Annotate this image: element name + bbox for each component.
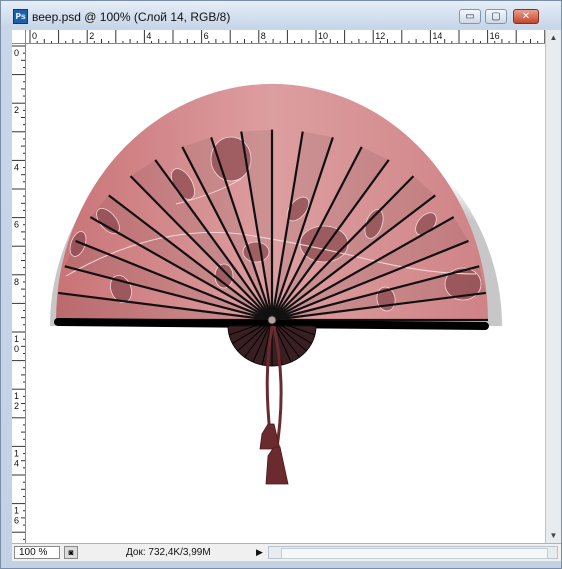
ruler-label: 2: [14, 401, 19, 411]
status-menu-arrow-icon[interactable]: ▶: [256, 546, 266, 559]
title-bar[interactable]: Ps веер.psd @ 100% (Слой 14, RGB/8) ▭ ▢ …: [1, 1, 561, 29]
ruler-label: 6: [204, 31, 209, 41]
ruler-label: 4: [146, 31, 151, 41]
horizontal-scrollbar[interactable]: [268, 546, 558, 559]
canvas[interactable]: [26, 44, 545, 543]
minimize-button[interactable]: ▭: [459, 9, 481, 24]
document-window: Ps веер.psd @ 100% (Слой 14, RGB/8) ▭ ▢ …: [0, 0, 562, 569]
photoshop-document-icon: Ps: [13, 9, 28, 24]
ruler-label: 10: [318, 31, 328, 41]
vertical-scrollbar[interactable]: ▲ ▼: [545, 30, 561, 543]
ruler-origin[interactable]: [12, 30, 26, 44]
ruler-label: 0: [14, 48, 19, 58]
ruler-label: 12: [375, 31, 385, 41]
ruler-label: 1: [14, 448, 19, 458]
ruler-label: 2: [14, 105, 19, 115]
ruler-label: 4: [14, 458, 19, 468]
close-button[interactable]: ✕: [513, 9, 539, 24]
ruler-label: 8: [261, 31, 266, 41]
ruler-label: 1: [14, 334, 19, 344]
status-bar: 100 % ◙ Док: 732,4K/3,99M ▶: [12, 543, 561, 561]
scroll-up-arrow[interactable]: ▲: [546, 30, 561, 45]
ruler-label: 1: [14, 506, 19, 516]
document-size-info[interactable]: Док: 732,4K/3,99M: [92, 546, 250, 559]
status-camera-icon[interactable]: ◙: [64, 546, 78, 559]
ruler-label: 16: [490, 31, 500, 41]
zoom-level-field[interactable]: 100 %: [14, 546, 60, 559]
window-title: веер.psd @ 100% (Слой 14, RGB/8): [32, 10, 231, 24]
ruler-label: 6: [14, 220, 19, 230]
scroll-down-arrow[interactable]: ▼: [546, 528, 561, 543]
ruler-label: 6: [14, 516, 19, 526]
ruler-label: 4: [14, 162, 19, 172]
maximize-button[interactable]: ▢: [485, 9, 507, 24]
ruler-label: 0: [14, 344, 19, 354]
ruler-label: 14: [432, 31, 442, 41]
vertical-ruler[interactable]: 0246810121416: [12, 44, 26, 543]
ruler-label: 2: [89, 31, 94, 41]
horizontal-ruler[interactable]: 0 2 4 6 8 10 12 14 16: [26, 30, 545, 44]
horizontal-scroll-thumb[interactable]: [281, 548, 548, 559]
ruler-label: 0: [32, 31, 37, 41]
fan-image: [50, 83, 502, 485]
ruler-label: 1: [14, 391, 19, 401]
ruler-label: 8: [14, 277, 19, 287]
